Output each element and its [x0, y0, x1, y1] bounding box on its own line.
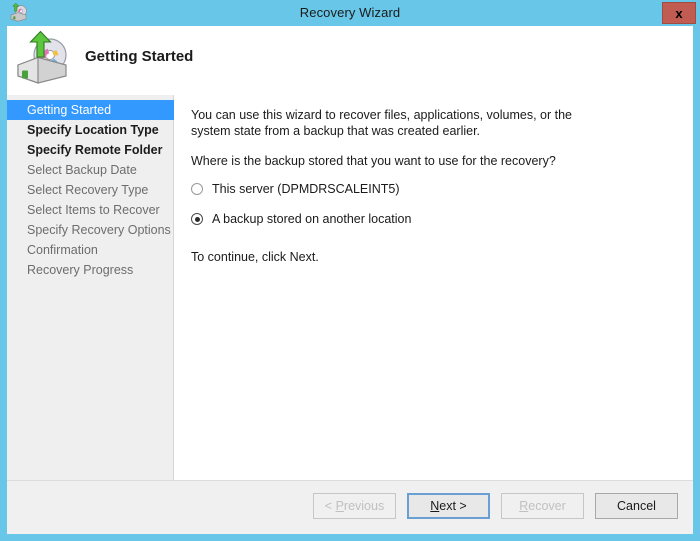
sidebar-item-confirmation[interactable]: Confirmation	[7, 240, 174, 260]
window-title: Recovery Wizard	[0, 0, 700, 26]
sidebar-item-specify-recovery-options[interactable]: Specify Recovery Options	[7, 220, 174, 240]
content-inner: You can use this wizard to recover files…	[191, 107, 661, 264]
page-title: Getting Started	[85, 48, 193, 65]
footer-button-row: < Previous Next > Recover Cancel	[313, 493, 678, 519]
recover-button[interactable]: Recover	[501, 493, 584, 519]
wizard-body: Getting Started Specify Location Type Sp…	[7, 95, 693, 480]
radio-button-selected-icon[interactable]	[191, 213, 203, 225]
intro-text: You can use this wizard to recover files…	[191, 107, 606, 139]
wizard-header: Getting Started	[7, 26, 693, 95]
recovery-wizard-window: Recovery Wizard x Getting Started	[0, 0, 700, 541]
close-icon[interactable]: x	[662, 2, 696, 24]
sidebar-item-select-recovery-type[interactable]: Select Recovery Type	[7, 180, 174, 200]
sidebar-item-select-backup-date[interactable]: Select Backup Date	[7, 160, 174, 180]
continue-note: To continue, click Next.	[191, 250, 661, 264]
next-button[interactable]: Next >	[407, 493, 490, 519]
radio-this-server[interactable]: This server (DPMDRSCALEINT5)	[191, 178, 661, 200]
radio-button-icon[interactable]	[191, 183, 203, 195]
wizard-sidebar: Getting Started Specify Location Type Sp…	[7, 95, 174, 480]
title-bar: Recovery Wizard x	[0, 0, 700, 26]
radio-this-server-label: This server (DPMDRSCALEINT5)	[212, 182, 400, 196]
radio-another-location[interactable]: A backup stored on another location	[191, 208, 661, 230]
sidebar-item-getting-started[interactable]: Getting Started	[7, 100, 174, 120]
wizard-content: You can use this wizard to recover files…	[175, 95, 693, 480]
sidebar-item-select-items-to-recover[interactable]: Select Items to Recover	[7, 200, 174, 220]
previous-button[interactable]: < Previous	[313, 493, 396, 519]
sidebar-item-specify-location-type[interactable]: Specify Location Type	[7, 120, 174, 140]
radio-another-location-label: A backup stored on another location	[212, 212, 411, 226]
recovery-disk-icon	[14, 30, 74, 88]
sidebar-step-list: Getting Started Specify Location Type Sp…	[7, 100, 174, 280]
question-text: Where is the backup stored that you want…	[191, 153, 661, 169]
wizard-frame: Getting Started Getting Started Specify …	[7, 26, 693, 534]
wizard-footer: < Previous Next > Recover Cancel	[7, 480, 693, 534]
cancel-button[interactable]: Cancel	[595, 493, 678, 519]
sidebar-item-specify-remote-folder[interactable]: Specify Remote Folder	[7, 140, 174, 160]
sidebar-item-recovery-progress[interactable]: Recovery Progress	[7, 260, 174, 280]
